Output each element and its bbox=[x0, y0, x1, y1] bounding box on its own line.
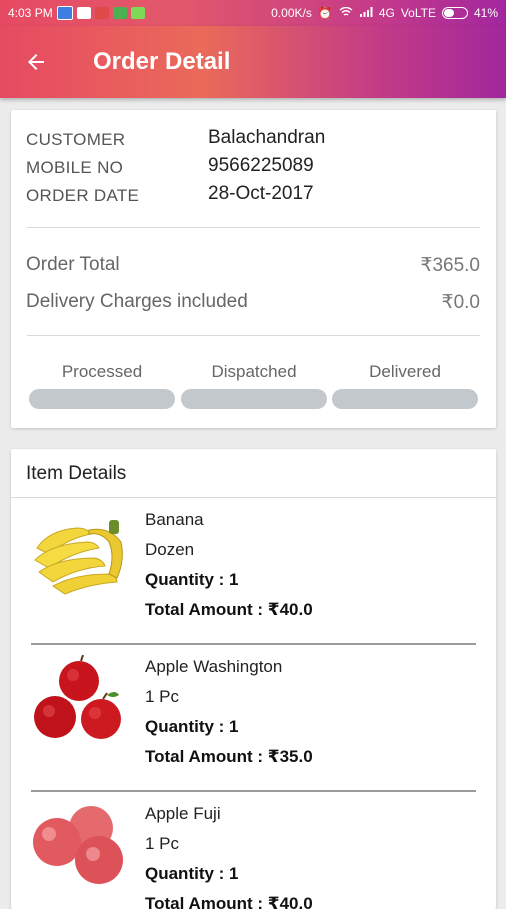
item-details-card: Item Details Banana Dozen Quantity : 1 T… bbox=[11, 449, 496, 909]
apple-washington-image bbox=[34, 655, 121, 739]
back-button[interactable] bbox=[20, 46, 52, 78]
status-time: 4:03 PM bbox=[8, 6, 53, 20]
back-arrow-icon bbox=[28, 54, 44, 70]
wifi-icon bbox=[339, 6, 353, 20]
customer-value: Balachandran bbox=[208, 127, 326, 148]
app-notification-icon bbox=[56, 6, 73, 20]
divider bbox=[27, 335, 480, 336]
item-total-amount: Total Amount : ₹40.0 bbox=[145, 600, 313, 619]
order-total-value: ₹365.0 bbox=[420, 255, 480, 276]
app-bar: Order Detail bbox=[0, 26, 506, 98]
list-item[interactable]: Apple Fuji 1 Pc Quantity : 1 Total Amoun… bbox=[11, 792, 496, 909]
customer-label: CUSTOMER bbox=[26, 130, 126, 149]
message-notification-icon bbox=[130, 7, 145, 19]
signal-icon bbox=[359, 6, 373, 20]
delivery-charges-value: ₹0.0 bbox=[441, 292, 480, 313]
page-title: Order Detail bbox=[93, 48, 231, 75]
item-quantity: Quantity : 1 bbox=[145, 864, 239, 883]
order-summary-card: CUSTOMER Balachandran MOBILE NO 95662250… bbox=[11, 110, 496, 428]
list-item[interactable]: Apple Washington 1 Pc Quantity : 1 Total… bbox=[11, 645, 496, 792]
mobile-label: MOBILE NO bbox=[26, 158, 124, 177]
delivery-charges-label: Delivery Charges included bbox=[26, 291, 248, 312]
item-quantity: Quantity : 1 bbox=[145, 570, 239, 589]
step-delivered-label: Delivered bbox=[369, 362, 441, 381]
apple-fuji-image bbox=[33, 806, 123, 884]
order-date-label: ORDER DATE bbox=[26, 186, 140, 205]
item-name: Apple Washington bbox=[145, 657, 283, 676]
mobile-value: 9566225089 bbox=[208, 155, 314, 176]
banana-image bbox=[34, 520, 123, 595]
battery-icon bbox=[441, 7, 468, 19]
alarm-icon: ⏰ bbox=[317, 6, 333, 20]
chrome-notification-icon bbox=[112, 7, 127, 19]
list-item[interactable]: Banana Dozen Quantity : 1 Total Amount :… bbox=[11, 498, 496, 645]
item-name: Apple Fuji bbox=[145, 804, 221, 823]
gmail-notification-icon bbox=[94, 7, 109, 19]
status-right: 0.00K/s ⏰ 4G VoLTE 41% bbox=[271, 6, 498, 20]
carrier-label: VoLTE bbox=[400, 6, 436, 20]
order-total-label: Order Total bbox=[26, 254, 120, 275]
item-quantity: Quantity : 1 bbox=[145, 717, 239, 736]
item-details-title: Item Details bbox=[26, 463, 127, 484]
item-unit: Dozen bbox=[145, 540, 195, 559]
divider bbox=[27, 227, 480, 228]
phone-notification-icon bbox=[76, 7, 91, 19]
item-total-amount: Total Amount : ₹40.0 bbox=[145, 894, 313, 909]
step-dispatched-bar bbox=[181, 389, 327, 409]
step-delivered-bar bbox=[332, 389, 478, 409]
status-left: 4:03 PM bbox=[8, 6, 145, 20]
item-name: Banana bbox=[145, 510, 204, 529]
item-total-amount: Total Amount : ₹35.0 bbox=[145, 747, 313, 766]
network-type: 4G bbox=[378, 6, 395, 20]
item-unit: 1 Pc bbox=[145, 834, 180, 853]
battery-percent: 41% bbox=[473, 6, 498, 20]
status-bar: 4:03 PM 0.00K/s ⏰ 4G VoLTE 41% bbox=[0, 0, 506, 26]
step-processed-bar bbox=[29, 389, 175, 409]
step-processed-label: Processed bbox=[61, 362, 143, 381]
step-dispatched-label: Dispatched bbox=[211, 362, 297, 381]
item-unit: 1 Pc bbox=[145, 687, 180, 706]
network-speed: 0.00K/s bbox=[271, 6, 312, 20]
order-date-value: 28-Oct-2017 bbox=[208, 183, 314, 204]
